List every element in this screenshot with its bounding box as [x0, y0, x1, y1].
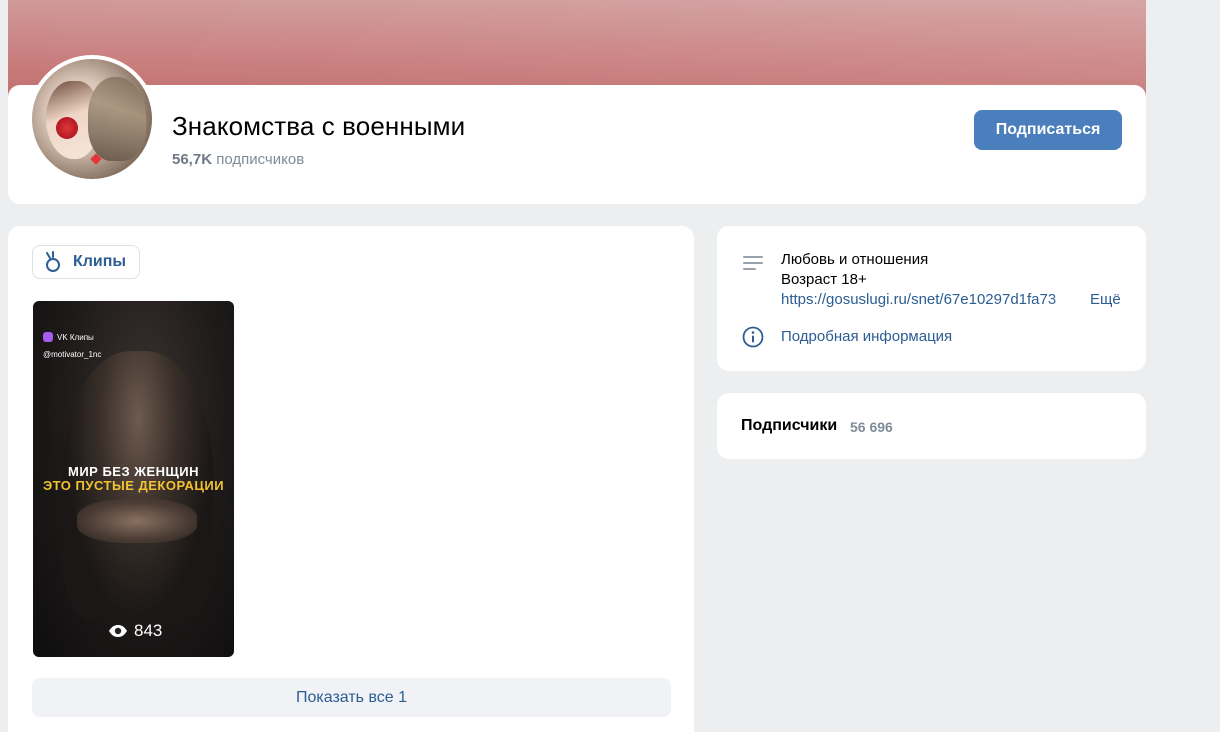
info-category: Любовь и отношения [781, 251, 929, 268]
clip-source-badge: VK Клипы [43, 332, 94, 342]
avatar-rose [56, 117, 78, 139]
vk-clips-icon [43, 332, 53, 342]
clip-hands-figure [77, 499, 197, 543]
info-website-link[interactable]: https://gosuslugi.ru/snet/67e10297d1fa73 [781, 291, 1087, 308]
show-all-clips-button[interactable]: Показать все 1 [32, 678, 671, 717]
clips-icon [46, 251, 60, 272]
clip-thumbnail[interactable]: VK Клипы @motivator_1nc МИР БЕЗ ЖЕНЩИН Э… [33, 301, 234, 657]
subscribers-count-short: 56,7K [172, 151, 213, 168]
avatar-soldier-figure [88, 77, 146, 161]
community-avatar[interactable] [28, 55, 156, 183]
info-section: Любовь и отношения Возраст 18+ https://g… [717, 226, 1146, 371]
clip-author: @motivator_1nc [43, 350, 102, 359]
subscribe-button[interactable]: Подписаться [974, 110, 1122, 150]
info-more-link[interactable]: Ещё [1090, 291, 1121, 308]
info-icon [742, 326, 764, 348]
clip-caption-line2: ЭТО ПУСТЫЕ ДЕКОРАЦИИ [42, 478, 225, 493]
clips-section: Клипы VK Клипы @motivator_1nc МИР БЕЗ ЖЕ… [8, 226, 694, 732]
followers-title: Подписчики [741, 417, 838, 434]
clip-badge-label: VK Клипы [57, 332, 94, 342]
text-lines-icon [743, 256, 763, 270]
community-title: Знакомства с военными [172, 111, 466, 141]
details-link[interactable]: Подробная информация [781, 328, 952, 345]
clip-views: 843 [108, 621, 162, 641]
clip-views-count: 843 [134, 621, 163, 640]
eye-icon [109, 625, 127, 637]
clip-caption-line1: МИР БЕЗ ЖЕНЩИН [67, 464, 199, 479]
subscribers-summary[interactable]: 56,7K подписчиков [172, 151, 304, 168]
subscribers-label: подписчиков [216, 151, 305, 168]
clips-tab-label: Клипы [73, 253, 127, 270]
info-age: Возраст 18+ [781, 271, 867, 288]
followers-section[interactable]: Подписчики 56 696 [717, 393, 1146, 459]
clips-tab[interactable]: Клипы [32, 245, 140, 279]
followers-count: 56 696 [850, 419, 893, 435]
